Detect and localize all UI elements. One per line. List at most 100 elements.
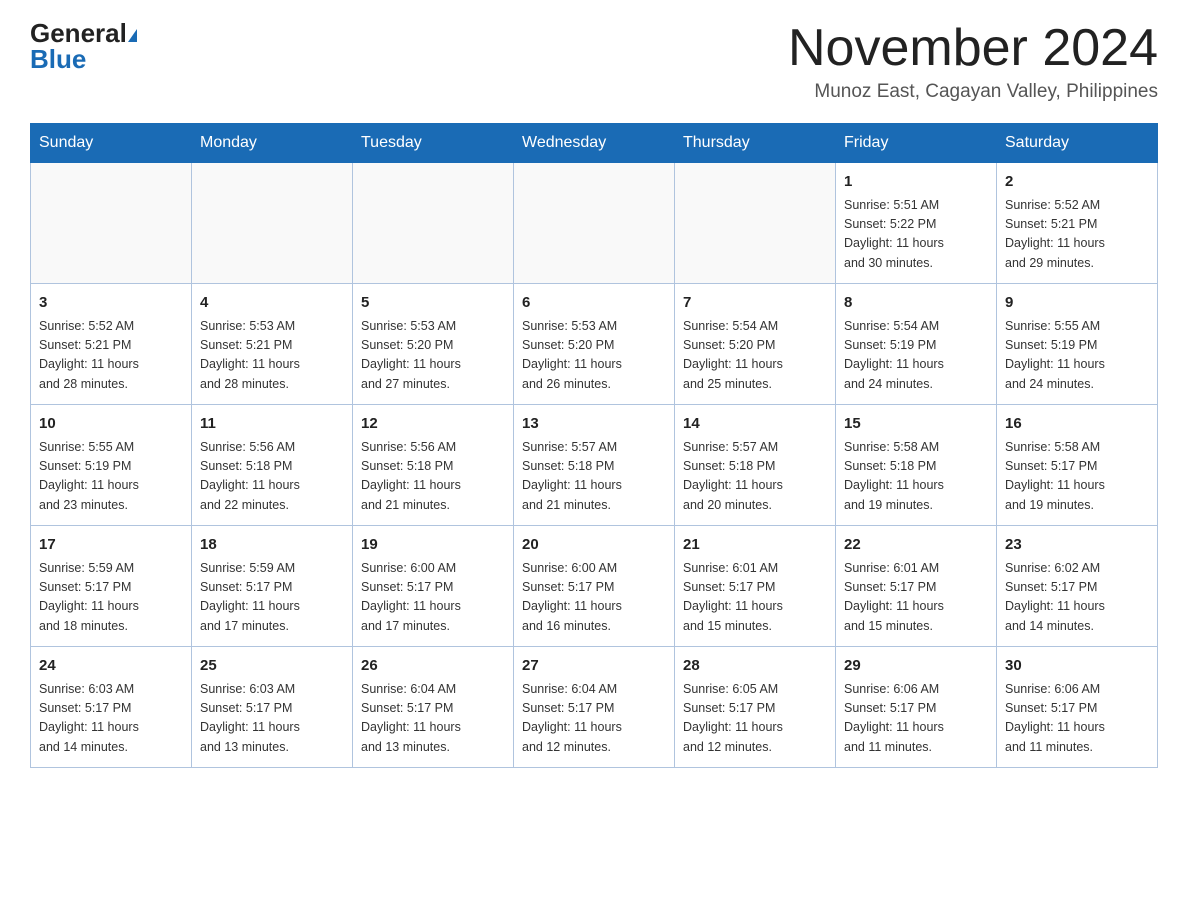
calendar-cell: 13Sunrise: 5:57 AM Sunset: 5:18 PM Dayli… (514, 405, 675, 526)
calendar-cell: 7Sunrise: 5:54 AM Sunset: 5:20 PM Daylig… (675, 284, 836, 405)
day-info: Sunrise: 6:02 AM Sunset: 5:17 PM Dayligh… (1005, 559, 1149, 637)
calendar-cell: 18Sunrise: 5:59 AM Sunset: 5:17 PM Dayli… (192, 526, 353, 647)
day-info: Sunrise: 5:58 AM Sunset: 5:18 PM Dayligh… (844, 438, 988, 516)
day-number: 27 (522, 655, 666, 678)
day-info: Sunrise: 5:59 AM Sunset: 5:17 PM Dayligh… (39, 559, 183, 637)
weekday-header-thursday: Thursday (675, 124, 836, 163)
day-info: Sunrise: 5:53 AM Sunset: 5:20 PM Dayligh… (361, 317, 505, 395)
day-number: 1 (844, 171, 988, 194)
month-title: November 2024 (788, 20, 1158, 77)
calendar-cell: 25Sunrise: 6:03 AM Sunset: 5:17 PM Dayli… (192, 647, 353, 768)
calendar-week-3: 10Sunrise: 5:55 AM Sunset: 5:19 PM Dayli… (31, 405, 1158, 526)
calendar-cell: 16Sunrise: 5:58 AM Sunset: 5:17 PM Dayli… (997, 405, 1158, 526)
logo-text: General (30, 20, 139, 46)
calendar-cell: 15Sunrise: 5:58 AM Sunset: 5:18 PM Dayli… (836, 405, 997, 526)
logo-triangle-icon (128, 29, 137, 42)
calendar-cell: 2Sunrise: 5:52 AM Sunset: 5:21 PM Daylig… (997, 163, 1158, 284)
weekday-header-friday: Friday (836, 124, 997, 163)
logo: General Blue (30, 20, 139, 72)
calendar-cell: 17Sunrise: 5:59 AM Sunset: 5:17 PM Dayli… (31, 526, 192, 647)
day-number: 6 (522, 292, 666, 315)
day-number: 16 (1005, 413, 1149, 436)
calendar-cell: 14Sunrise: 5:57 AM Sunset: 5:18 PM Dayli… (675, 405, 836, 526)
day-info: Sunrise: 5:54 AM Sunset: 5:20 PM Dayligh… (683, 317, 827, 395)
calendar-cell: 12Sunrise: 5:56 AM Sunset: 5:18 PM Dayli… (353, 405, 514, 526)
day-info: Sunrise: 6:00 AM Sunset: 5:17 PM Dayligh… (361, 559, 505, 637)
day-number: 29 (844, 655, 988, 678)
day-info: Sunrise: 5:58 AM Sunset: 5:17 PM Dayligh… (1005, 438, 1149, 516)
day-info: Sunrise: 5:56 AM Sunset: 5:18 PM Dayligh… (361, 438, 505, 516)
title-section: November 2024 Munoz East, Cagayan Valley… (788, 20, 1158, 103)
calendar-cell: 9Sunrise: 5:55 AM Sunset: 5:19 PM Daylig… (997, 284, 1158, 405)
calendar-table: SundayMondayTuesdayWednesdayThursdayFrid… (30, 123, 1158, 768)
day-number: 26 (361, 655, 505, 678)
day-number: 10 (39, 413, 183, 436)
day-number: 13 (522, 413, 666, 436)
calendar-cell: 22Sunrise: 6:01 AM Sunset: 5:17 PM Dayli… (836, 526, 997, 647)
calendar-cell (675, 163, 836, 284)
calendar-week-4: 17Sunrise: 5:59 AM Sunset: 5:17 PM Dayli… (31, 526, 1158, 647)
day-number: 8 (844, 292, 988, 315)
day-info: Sunrise: 5:55 AM Sunset: 5:19 PM Dayligh… (39, 438, 183, 516)
day-info: Sunrise: 6:06 AM Sunset: 5:17 PM Dayligh… (844, 680, 988, 758)
location-text: Munoz East, Cagayan Valley, Philippines (788, 81, 1158, 103)
day-info: Sunrise: 5:53 AM Sunset: 5:21 PM Dayligh… (200, 317, 344, 395)
calendar-cell: 1Sunrise: 5:51 AM Sunset: 5:22 PM Daylig… (836, 163, 997, 284)
day-number: 23 (1005, 534, 1149, 557)
day-number: 25 (200, 655, 344, 678)
page-header: General Blue November 2024 Munoz East, C… (30, 20, 1158, 103)
calendar-cell: 11Sunrise: 5:56 AM Sunset: 5:18 PM Dayli… (192, 405, 353, 526)
day-number: 19 (361, 534, 505, 557)
weekday-header-saturday: Saturday (997, 124, 1158, 163)
day-number: 15 (844, 413, 988, 436)
calendar-cell: 21Sunrise: 6:01 AM Sunset: 5:17 PM Dayli… (675, 526, 836, 647)
day-number: 30 (1005, 655, 1149, 678)
day-info: Sunrise: 6:00 AM Sunset: 5:17 PM Dayligh… (522, 559, 666, 637)
day-info: Sunrise: 6:01 AM Sunset: 5:17 PM Dayligh… (844, 559, 988, 637)
day-info: Sunrise: 5:57 AM Sunset: 5:18 PM Dayligh… (683, 438, 827, 516)
calendar-cell: 10Sunrise: 5:55 AM Sunset: 5:19 PM Dayli… (31, 405, 192, 526)
day-info: Sunrise: 5:53 AM Sunset: 5:20 PM Dayligh… (522, 317, 666, 395)
calendar-cell (514, 163, 675, 284)
day-number: 2 (1005, 171, 1149, 194)
calendar-cell (353, 163, 514, 284)
weekday-header-monday: Monday (192, 124, 353, 163)
logo-blue-text: Blue (30, 46, 86, 72)
calendar-week-2: 3Sunrise: 5:52 AM Sunset: 5:21 PM Daylig… (31, 284, 1158, 405)
day-number: 22 (844, 534, 988, 557)
day-info: Sunrise: 5:57 AM Sunset: 5:18 PM Dayligh… (522, 438, 666, 516)
day-info: Sunrise: 5:54 AM Sunset: 5:19 PM Dayligh… (844, 317, 988, 395)
day-info: Sunrise: 6:04 AM Sunset: 5:17 PM Dayligh… (522, 680, 666, 758)
day-number: 5 (361, 292, 505, 315)
day-number: 17 (39, 534, 183, 557)
day-number: 3 (39, 292, 183, 315)
day-info: Sunrise: 6:06 AM Sunset: 5:17 PM Dayligh… (1005, 680, 1149, 758)
calendar-cell: 4Sunrise: 5:53 AM Sunset: 5:21 PM Daylig… (192, 284, 353, 405)
day-number: 18 (200, 534, 344, 557)
calendar-cell (192, 163, 353, 284)
day-info: Sunrise: 6:03 AM Sunset: 5:17 PM Dayligh… (39, 680, 183, 758)
calendar-cell: 3Sunrise: 5:52 AM Sunset: 5:21 PM Daylig… (31, 284, 192, 405)
weekday-header-tuesday: Tuesday (353, 124, 514, 163)
calendar-cell (31, 163, 192, 284)
calendar-cell: 30Sunrise: 6:06 AM Sunset: 5:17 PM Dayli… (997, 647, 1158, 768)
calendar-cell: 19Sunrise: 6:00 AM Sunset: 5:17 PM Dayli… (353, 526, 514, 647)
day-number: 20 (522, 534, 666, 557)
day-info: Sunrise: 5:59 AM Sunset: 5:17 PM Dayligh… (200, 559, 344, 637)
day-number: 12 (361, 413, 505, 436)
weekday-header-sunday: Sunday (31, 124, 192, 163)
calendar-cell: 29Sunrise: 6:06 AM Sunset: 5:17 PM Dayli… (836, 647, 997, 768)
calendar-cell: 27Sunrise: 6:04 AM Sunset: 5:17 PM Dayli… (514, 647, 675, 768)
day-number: 28 (683, 655, 827, 678)
day-info: Sunrise: 6:03 AM Sunset: 5:17 PM Dayligh… (200, 680, 344, 758)
day-number: 11 (200, 413, 344, 436)
day-info: Sunrise: 6:01 AM Sunset: 5:17 PM Dayligh… (683, 559, 827, 637)
day-info: Sunrise: 5:52 AM Sunset: 5:21 PM Dayligh… (1005, 196, 1149, 274)
day-info: Sunrise: 5:56 AM Sunset: 5:18 PM Dayligh… (200, 438, 344, 516)
day-number: 4 (200, 292, 344, 315)
day-info: Sunrise: 6:04 AM Sunset: 5:17 PM Dayligh… (361, 680, 505, 758)
day-number: 14 (683, 413, 827, 436)
day-number: 7 (683, 292, 827, 315)
calendar-cell: 26Sunrise: 6:04 AM Sunset: 5:17 PM Dayli… (353, 647, 514, 768)
calendar-cell: 20Sunrise: 6:00 AM Sunset: 5:17 PM Dayli… (514, 526, 675, 647)
